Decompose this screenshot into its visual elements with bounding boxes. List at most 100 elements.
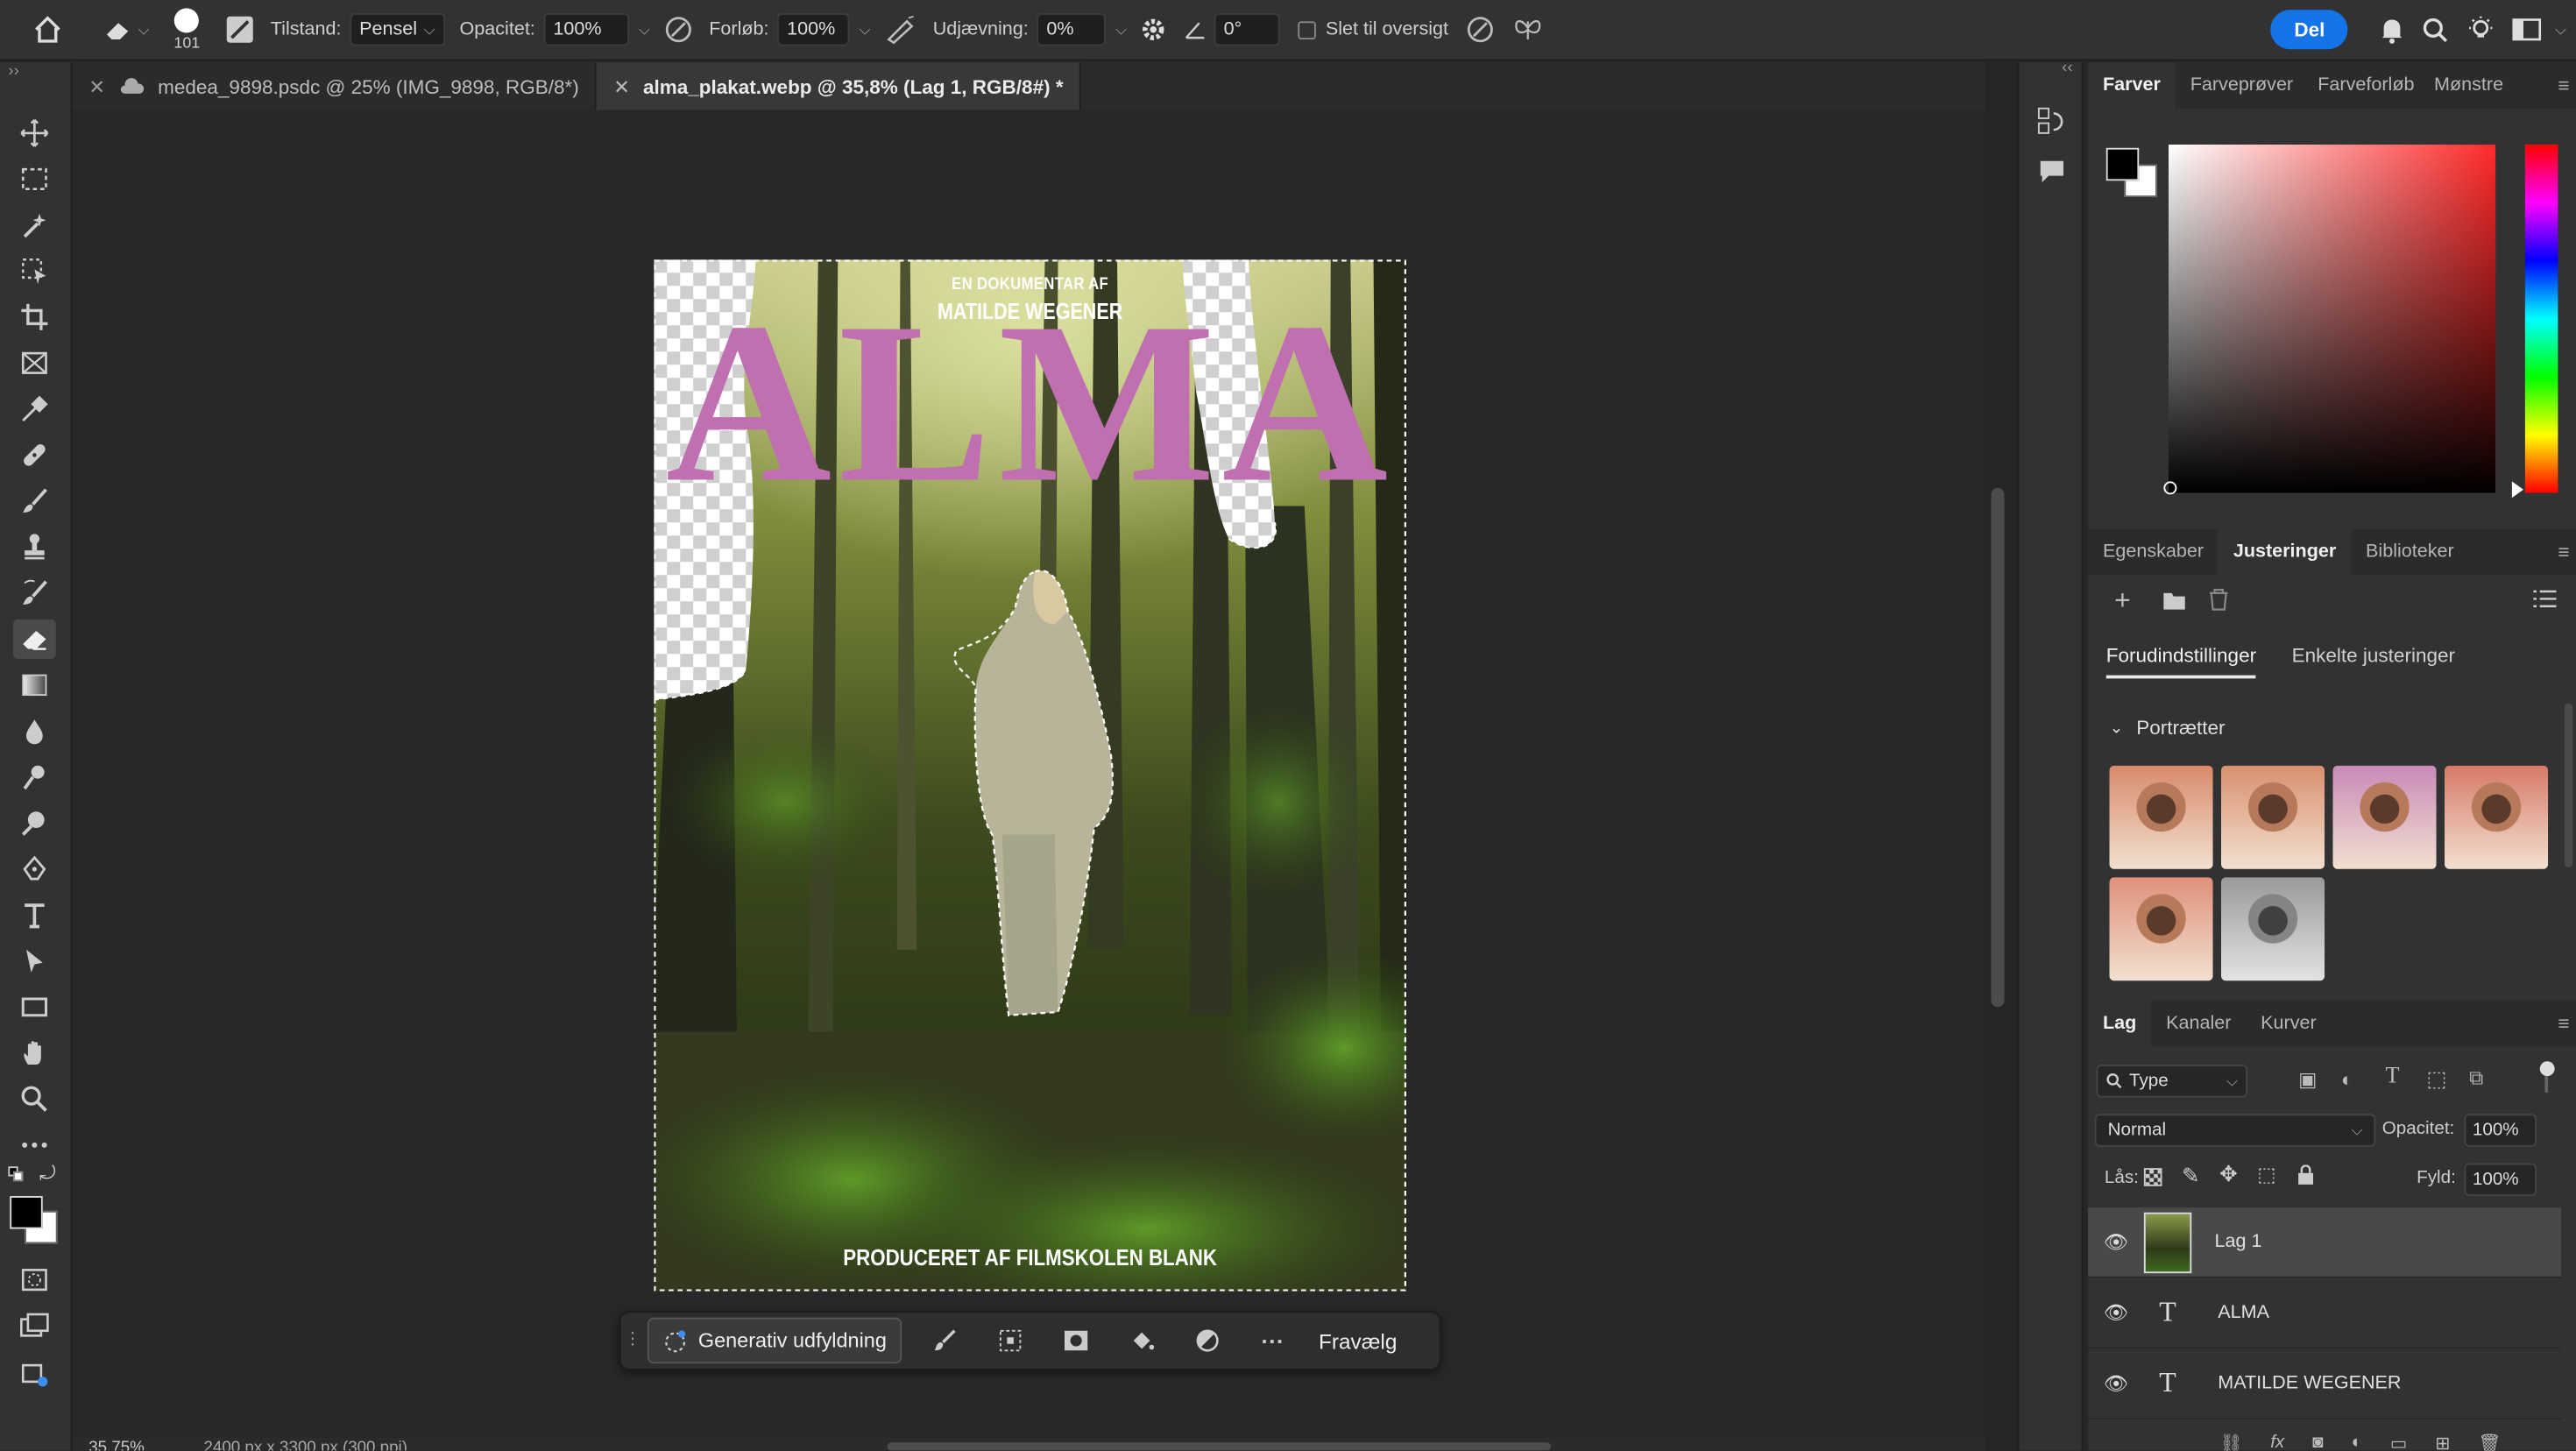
subtab-presets[interactable]: Forudindstillinger bbox=[2105, 644, 2257, 679]
more-tools-button[interactable] bbox=[13, 1125, 56, 1164]
subtab-single-adjustments[interactable]: Enkelte justeringer bbox=[2292, 644, 2455, 667]
erase-history-checkbox[interactable] bbox=[1297, 20, 1316, 39]
quick-mask-button[interactable] bbox=[13, 1260, 56, 1299]
expand-toolbar-icon[interactable]: ›› bbox=[8, 62, 19, 81]
generative-fill-button[interactable]: Generativ udfyldning bbox=[647, 1317, 902, 1364]
portraits-section-header[interactable]: ⌄ Portrætter bbox=[2110, 717, 2226, 740]
smoothing-dropdown[interactable]: ⌵ bbox=[1106, 0, 1132, 60]
blur-tool[interactable] bbox=[13, 711, 56, 751]
delete-layer-icon[interactable]: 🗑 bbox=[2478, 1433, 2501, 1451]
hue-slider-handle[interactable] bbox=[2511, 481, 2523, 499]
portrait-preset-thumb[interactable] bbox=[2221, 877, 2325, 981]
adjustment-button[interactable] bbox=[1174, 1327, 1240, 1354]
portrait-preset-thumb[interactable] bbox=[2221, 765, 2325, 869]
screen-mode-button[interactable] bbox=[13, 1306, 56, 1346]
delete-adjustment-button[interactable] bbox=[2208, 588, 2229, 616]
deselect-button[interactable]: Fravælg bbox=[1306, 1328, 1410, 1353]
filter-smartobject-icon[interactable]: ⧉ bbox=[2469, 1066, 2483, 1091]
eraser-preset-picker[interactable]: ⌵ bbox=[96, 0, 158, 60]
healing-brush-tool[interactable] bbox=[13, 435, 56, 475]
brush-tool[interactable] bbox=[13, 481, 56, 520]
rectangle-tool[interactable] bbox=[13, 987, 56, 1027]
tab-farver[interactable]: Farver bbox=[2088, 62, 2176, 109]
taskbar-drag-handle[interactable]: ⋮ bbox=[621, 1313, 644, 1369]
move-tool[interactable] bbox=[13, 113, 56, 152]
gradient-tool[interactable] bbox=[13, 665, 56, 704]
eraser-tool[interactable] bbox=[13, 619, 56, 659]
saturation-brightness-field[interactable] bbox=[2169, 145, 2496, 493]
tab-medea[interactable]: ✕ medea_9898.psdc @ 25% (IMG_9898, RGB/8… bbox=[73, 62, 598, 110]
smoothing-input[interactable]: 0% bbox=[1037, 13, 1106, 46]
layer-row-matilde[interactable]: 👁 T MATILDE WEGENER bbox=[2088, 1348, 2562, 1419]
zoom-level[interactable]: 35,75% bbox=[88, 1440, 145, 1451]
eyedropper-tool[interactable] bbox=[13, 389, 56, 428]
link-layers-icon[interactable]: ⛓ bbox=[2219, 1433, 2242, 1451]
filter-shape-icon[interactable]: ⬚ bbox=[2426, 1066, 2446, 1093]
close-tab-icon[interactable]: ✕ bbox=[88, 74, 105, 97]
search-button[interactable] bbox=[2414, 0, 2459, 60]
pen-tool[interactable] bbox=[13, 849, 56, 888]
modify-selection-button[interactable] bbox=[911, 1327, 977, 1354]
share-button[interactable]: Del bbox=[2271, 10, 2348, 50]
tab-justeringer[interactable]: Justeringer bbox=[2218, 528, 2352, 576]
portrait-preset-thumb[interactable] bbox=[2109, 877, 2213, 981]
panel-fg-swatch[interactable] bbox=[2105, 147, 2140, 181]
fill-input[interactable]: 100% bbox=[2464, 1163, 2537, 1196]
pressure-size-button[interactable] bbox=[1456, 0, 1503, 60]
history-panel-button[interactable] bbox=[2035, 105, 2069, 143]
opacity-dropdown[interactable]: ⌵ bbox=[629, 0, 655, 60]
lock-image-icon[interactable]: ✎ bbox=[2182, 1164, 2199, 1190]
panel-menu-icon[interactable]: ≡ bbox=[2558, 1012, 2576, 1035]
eye-icon[interactable]: 👁 bbox=[2088, 1301, 2144, 1324]
tab-farveforloeb[interactable]: Farveforløb bbox=[2308, 62, 2424, 109]
add-mask-icon[interactable]: ◙ bbox=[2312, 1433, 2323, 1451]
hand-tool[interactable] bbox=[13, 1033, 56, 1072]
brush-settings-button[interactable] bbox=[216, 0, 263, 60]
filter-type-icon[interactable]: T bbox=[2386, 1065, 2400, 1091]
lock-artboard-icon[interactable]: ⬚ bbox=[2257, 1164, 2275, 1186]
layer-row-alma[interactable]: 👁 T ALMA bbox=[2088, 1278, 2562, 1349]
foreground-color-swatch[interactable] bbox=[10, 1196, 43, 1229]
layer-opacity-input[interactable]: 100% bbox=[2464, 1114, 2537, 1147]
tab-kanaler[interactable]: Kanaler bbox=[2151, 1001, 2246, 1047]
generative-tool[interactable] bbox=[13, 1355, 56, 1395]
poster-image[interactable]: EN DOKUMENTAR AF MATILDE WEGENER ALMA PR… bbox=[654, 259, 1406, 1292]
mode-select[interactable]: Pensel ⌵ bbox=[349, 13, 445, 46]
filter-toggle[interactable] bbox=[2538, 1061, 2555, 1101]
portrait-preset-thumb[interactable] bbox=[2109, 765, 2213, 869]
mask-button[interactable] bbox=[1043, 1327, 1108, 1354]
discover-button[interactable] bbox=[2458, 0, 2504, 60]
crop-tool[interactable] bbox=[13, 297, 56, 336]
canvas-scrollbar-v[interactable] bbox=[1991, 487, 2005, 1008]
comments-panel-button[interactable] bbox=[2035, 154, 2069, 192]
tab-egenskaber[interactable]: Egenskaber bbox=[2088, 529, 2219, 576]
default-colors-icon[interactable] bbox=[8, 1166, 25, 1183]
pressure-opacity-button[interactable] bbox=[655, 0, 701, 60]
fx-icon[interactable]: fx bbox=[2270, 1433, 2284, 1451]
selection-brush-tool[interactable] bbox=[13, 251, 56, 291]
lock-position-icon[interactable]: ✥ bbox=[2219, 1162, 2237, 1188]
object-selection-tool[interactable] bbox=[13, 205, 56, 244]
blend-mode-select[interactable]: Normal ⌵ bbox=[2094, 1114, 2376, 1147]
path-selection-tool[interactable] bbox=[13, 941, 56, 980]
new-layer-icon[interactable]: ⊞ bbox=[2435, 1433, 2450, 1451]
airbrush-button[interactable] bbox=[875, 0, 924, 60]
lock-all-icon[interactable] bbox=[2296, 1164, 2315, 1191]
filter-pixel-icon[interactable]: ▣ bbox=[2298, 1068, 2317, 1091]
layer-row-lag1[interactable]: 👁 Lag 1 bbox=[2088, 1207, 2562, 1278]
portrait-preset-thumb[interactable] bbox=[2445, 765, 2549, 869]
eye-icon[interactable]: 👁 bbox=[2088, 1230, 2144, 1253]
tab-farveproever[interactable]: Farveprøver bbox=[2176, 62, 2308, 109]
home-button[interactable] bbox=[0, 0, 96, 60]
opacity-input[interactable]: 100% bbox=[543, 13, 629, 46]
list-view-button[interactable] bbox=[2533, 588, 2557, 614]
flow-input[interactable]: 100% bbox=[776, 13, 850, 46]
smoothing-settings-button[interactable] bbox=[1132, 0, 1175, 60]
adjustment-layer-icon[interactable]: ◐ bbox=[2351, 1433, 2361, 1451]
lock-transparent-icon[interactable] bbox=[2143, 1168, 2162, 1186]
swap-colors-icon[interactable]: ⤾ bbox=[39, 1162, 56, 1186]
history-brush-tool[interactable] bbox=[13, 573, 56, 612]
panel-menu-icon[interactable]: ≡ bbox=[2558, 74, 2576, 96]
group-icon[interactable]: ▭ bbox=[2390, 1433, 2408, 1451]
brush-size-picker[interactable]: 101 bbox=[158, 0, 216, 60]
